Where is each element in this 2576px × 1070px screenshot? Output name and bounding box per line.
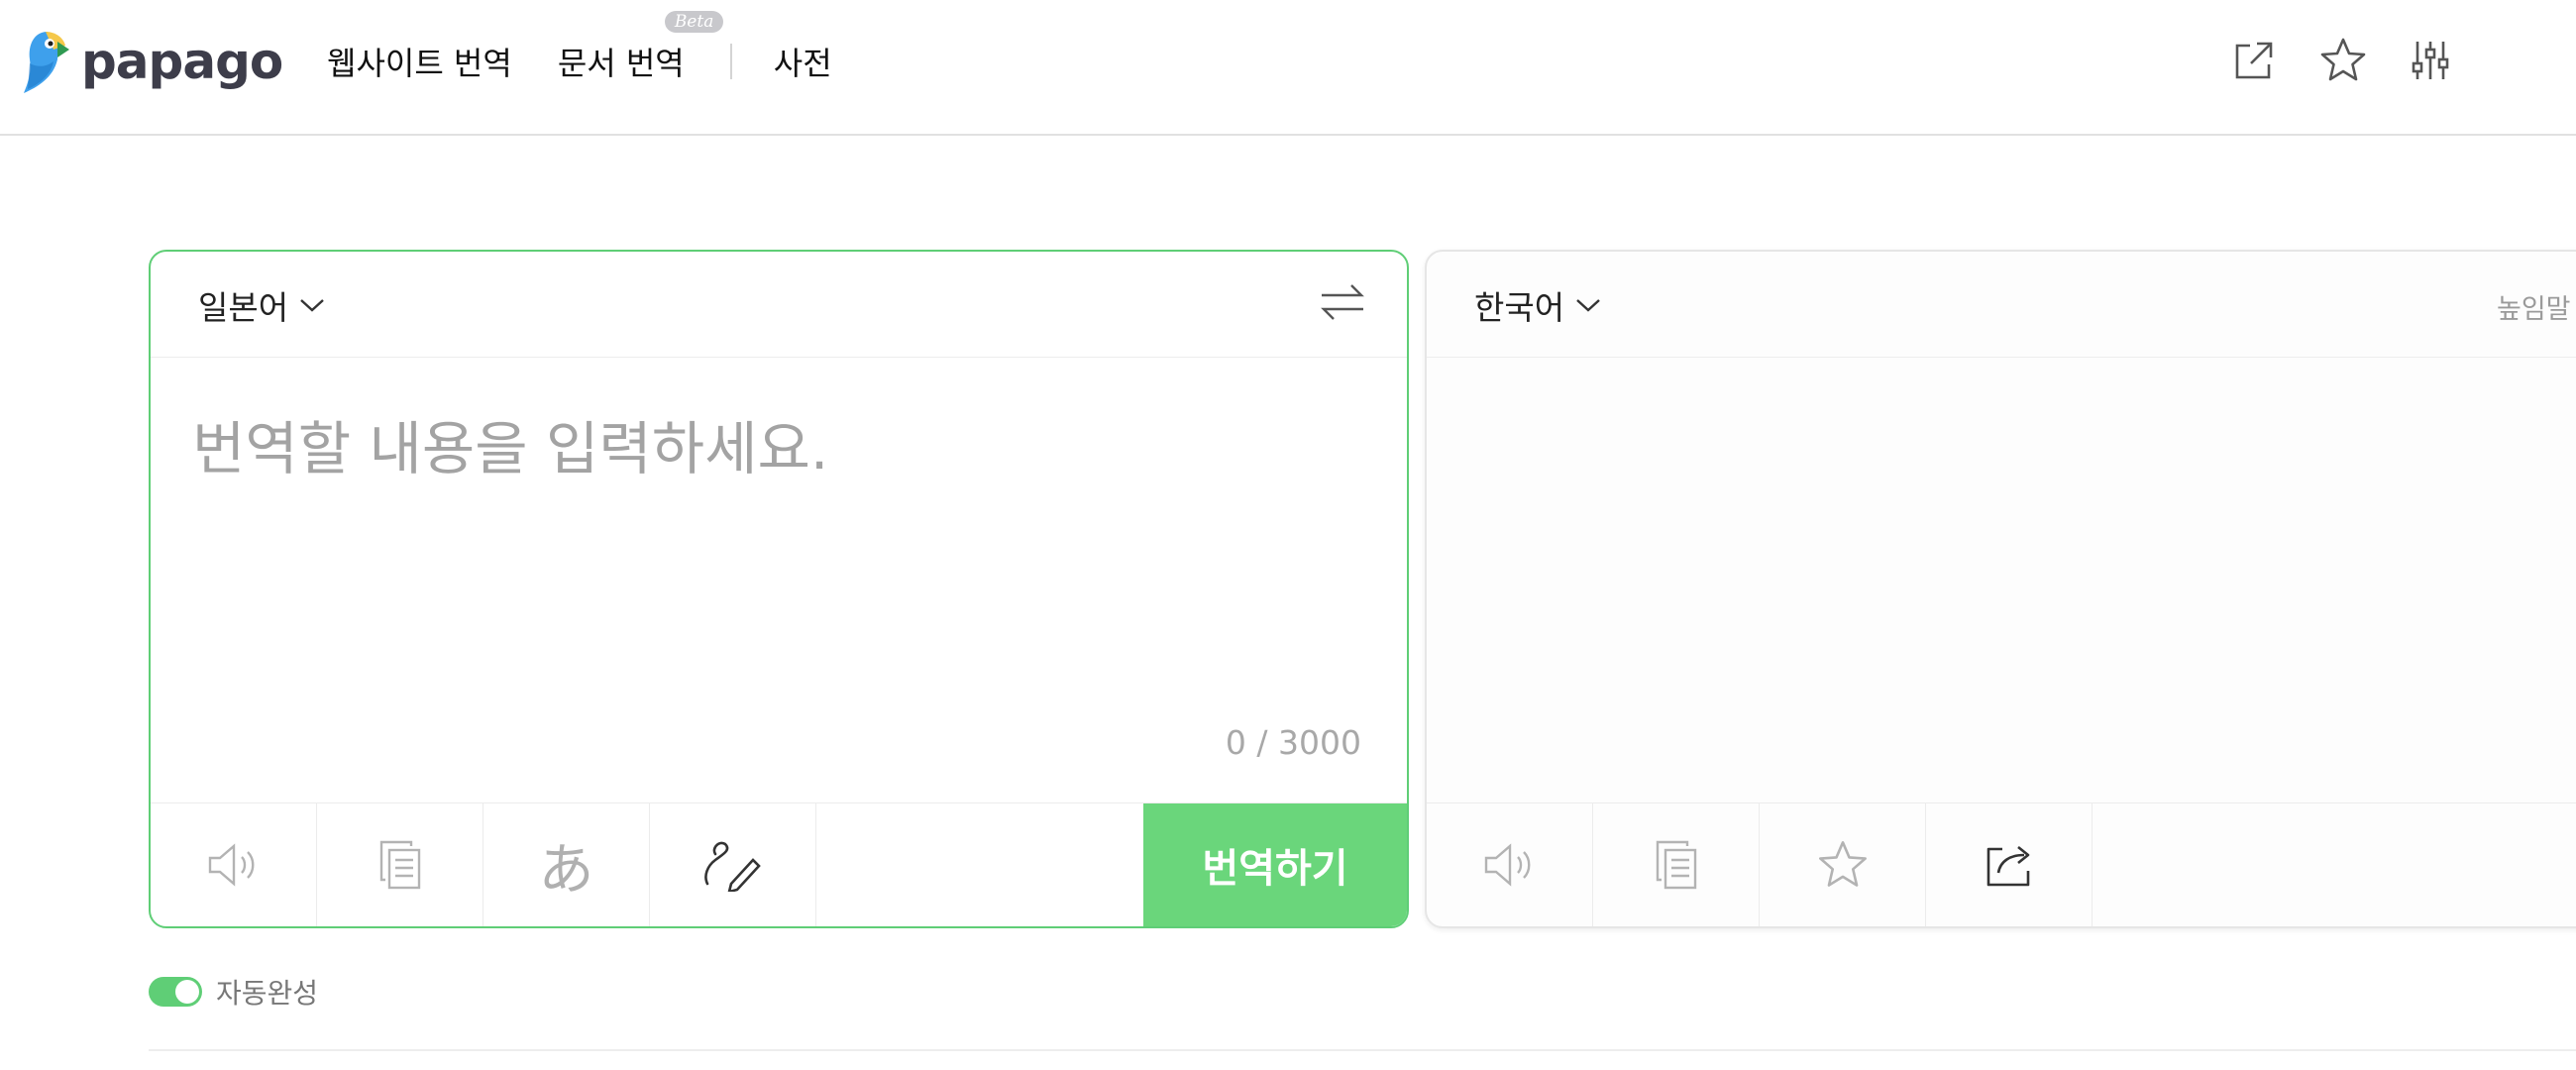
source-toolbar: あ 번역하기 [151,802,1407,926]
source-language-bar: 일본어 [151,252,1407,358]
character-counter: 0 / 3000 [1225,723,1361,762]
nav-document-translation[interactable]: 문서 번역 Beta [557,11,724,84]
target-language-bar: 한국어 높임말 [1427,252,2576,358]
target-share-button[interactable] [1926,803,2093,926]
target-listen-button[interactable] [1427,803,1593,926]
papago-parrot-icon [24,32,69,93]
translate-button[interactable]: 번역하기 [1143,803,1407,926]
handwriting-button[interactable] [650,803,816,926]
star-icon [1818,841,1867,887]
copy-icon [1656,840,1696,890]
chevron-down-icon [300,299,324,312]
target-favorite-button[interactable] [1760,803,1926,926]
source-text-input[interactable] [190,400,1363,662]
autocomplete-switch[interactable] [149,977,202,1007]
nav-divider [729,44,732,79]
handwriting-pen-icon [703,841,761,892]
copy-icon [379,840,420,890]
japanese-a-character-icon: あ [538,837,594,903]
speaker-icon [1484,843,1530,887]
source-listen-button[interactable] [151,803,317,926]
target-panel: 한국어 높임말 [1425,250,2576,928]
logo-text: papago [81,33,283,90]
source-language-select[interactable]: 일본어 [198,281,326,329]
favorites-star-icon[interactable] [2318,36,2368,85]
source-panel: 일본어 0 / 3000 あ [149,250,1409,928]
swap-languages-icon[interactable] [1318,279,1367,325]
source-copy-button[interactable] [317,803,483,926]
section-divider [149,1049,2576,1051]
speaker-icon [208,843,254,887]
source-language-label: 일본어 [198,288,289,327]
main-nav: 웹사이트 번역 문서 번역 Beta 사전 [327,11,878,93]
papago-logo[interactable]: papago [24,26,283,97]
target-toolbar [1427,802,2576,926]
nav-website-translation[interactable]: 웹사이트 번역 [327,39,512,84]
autocomplete-toggle[interactable]: 자동완성 [149,972,318,1012]
nav-dictionary[interactable]: 사전 [774,39,832,84]
source-pronunciation-button[interactable]: あ [483,803,650,926]
chevron-down-icon [1576,299,1600,312]
top-header: papago 웹사이트 번역 문서 번역 Beta 사전 [0,0,2576,136]
share-icon [1986,845,2029,887]
nav-document-translation-label: 문서 번역 [557,45,685,82]
switch-knob [175,980,199,1004]
autocomplete-label: 자동완성 [216,977,319,1010]
external-link-icon[interactable] [2229,36,2279,85]
target-language-label: 한국어 [1474,288,1565,327]
beta-badge: Beta [664,11,724,33]
settings-sliders-icon[interactable] [2406,36,2455,85]
honorific-toggle[interactable]: 높임말 [2497,287,2571,326]
target-language-select[interactable]: 한국어 [1474,281,1602,329]
target-copy-button[interactable] [1593,803,1760,926]
